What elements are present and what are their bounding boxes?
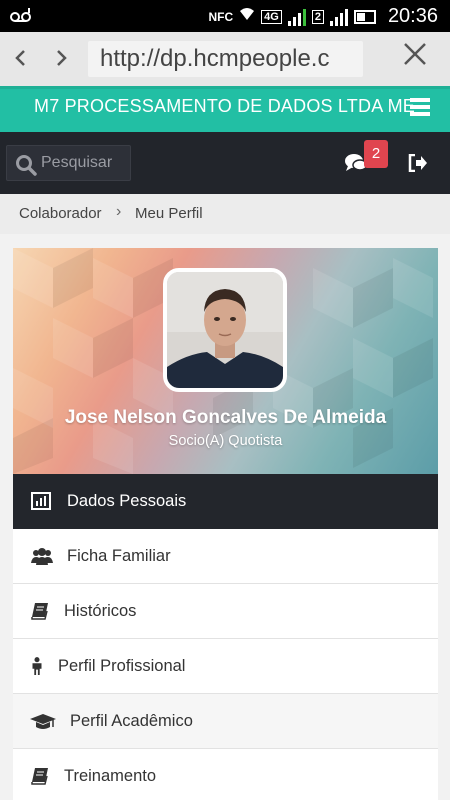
menu-item-perfil-academico[interactable]: Perfil Acadêmico bbox=[13, 694, 438, 749]
profile-name: Jose Nelson Goncalves De Almeida bbox=[64, 407, 387, 428]
graduation-cap-icon bbox=[30, 714, 56, 729]
person-icon bbox=[32, 657, 42, 675]
sim2-indicator: 2 bbox=[311, 9, 324, 24]
profile-role: Socio(A) Quotista bbox=[168, 433, 283, 449]
signal-icon bbox=[287, 8, 306, 26]
search-icon bbox=[16, 155, 37, 176]
menu-item-label: Ficha Familiar bbox=[67, 547, 171, 565]
url-field[interactable]: http://dp.hcmpeople.c bbox=[88, 41, 363, 77]
profile-photo bbox=[167, 272, 283, 388]
menu-item-label: Dados Pessoais bbox=[67, 492, 187, 510]
avatar[interactable] bbox=[163, 268, 287, 392]
chevron-right-icon bbox=[57, 50, 67, 66]
profile-menu: Dados Pessoais Ficha Familiar Históricos… bbox=[13, 474, 438, 800]
voicemail-icon bbox=[10, 6, 32, 29]
search-box bbox=[6, 145, 131, 181]
menu-item-label: Perfil Acadêmico bbox=[70, 712, 193, 730]
breadcrumb-item-colaborador[interactable]: Colaborador bbox=[19, 205, 102, 222]
breadcrumb: Colaborador › Meu Perfil bbox=[0, 194, 450, 234]
chevron-right-icon: › bbox=[116, 203, 122, 220]
chevron-left-icon bbox=[15, 50, 25, 66]
close-button[interactable] bbox=[402, 41, 428, 75]
menu-item-label: Perfil Profissional bbox=[58, 657, 186, 675]
company-name: M7 PROCESSAMENTO DE DADOS LTDA ME bbox=[34, 96, 416, 116]
back-button[interactable] bbox=[8, 44, 34, 72]
users-icon bbox=[31, 548, 53, 565]
menu-item-dados-pessoais[interactable]: Dados Pessoais bbox=[13, 474, 438, 529]
menu-item-historicos[interactable]: Históricos bbox=[13, 584, 438, 639]
menu-item-label: Treinamento bbox=[64, 767, 157, 785]
menu-item-treinamento[interactable]: Treinamento bbox=[13, 749, 438, 800]
breadcrumb-item-meu-perfil: Meu Perfil bbox=[135, 205, 203, 222]
bar-chart-icon bbox=[31, 492, 51, 510]
menu-item-label: Históricos bbox=[64, 602, 137, 620]
hamburger-icon[interactable] bbox=[410, 98, 430, 119]
book-icon bbox=[31, 603, 48, 620]
signal-2-icon bbox=[329, 8, 348, 26]
search-input[interactable] bbox=[41, 151, 129, 175]
battery-icon bbox=[353, 9, 376, 24]
browser-bar: http://dp.hcmpeople.c bbox=[0, 32, 450, 86]
profile-header: Jose Nelson Goncalves De Almeida Socio(A… bbox=[13, 248, 438, 474]
nfc-indicator: NFC bbox=[208, 9, 234, 24]
close-icon bbox=[404, 43, 426, 65]
company-header: M7 PROCESSAMENTO DE DADOS LTDA ME bbox=[0, 86, 450, 132]
clock: 20:36 bbox=[387, 5, 438, 27]
status-bar: NFC 4G 2 20:36 bbox=[0, 0, 450, 32]
forward-button[interactable] bbox=[48, 44, 74, 72]
menu-item-perfil-profissional[interactable]: Perfil Profissional bbox=[13, 639, 438, 694]
book-icon bbox=[31, 768, 48, 785]
menu-item-ficha-familiar[interactable]: Ficha Familiar bbox=[13, 529, 438, 584]
logout-icon[interactable] bbox=[408, 154, 428, 172]
notification-badge: 2 bbox=[364, 140, 388, 168]
wifi-icon bbox=[239, 7, 255, 26]
network-type: 4G bbox=[261, 9, 282, 24]
